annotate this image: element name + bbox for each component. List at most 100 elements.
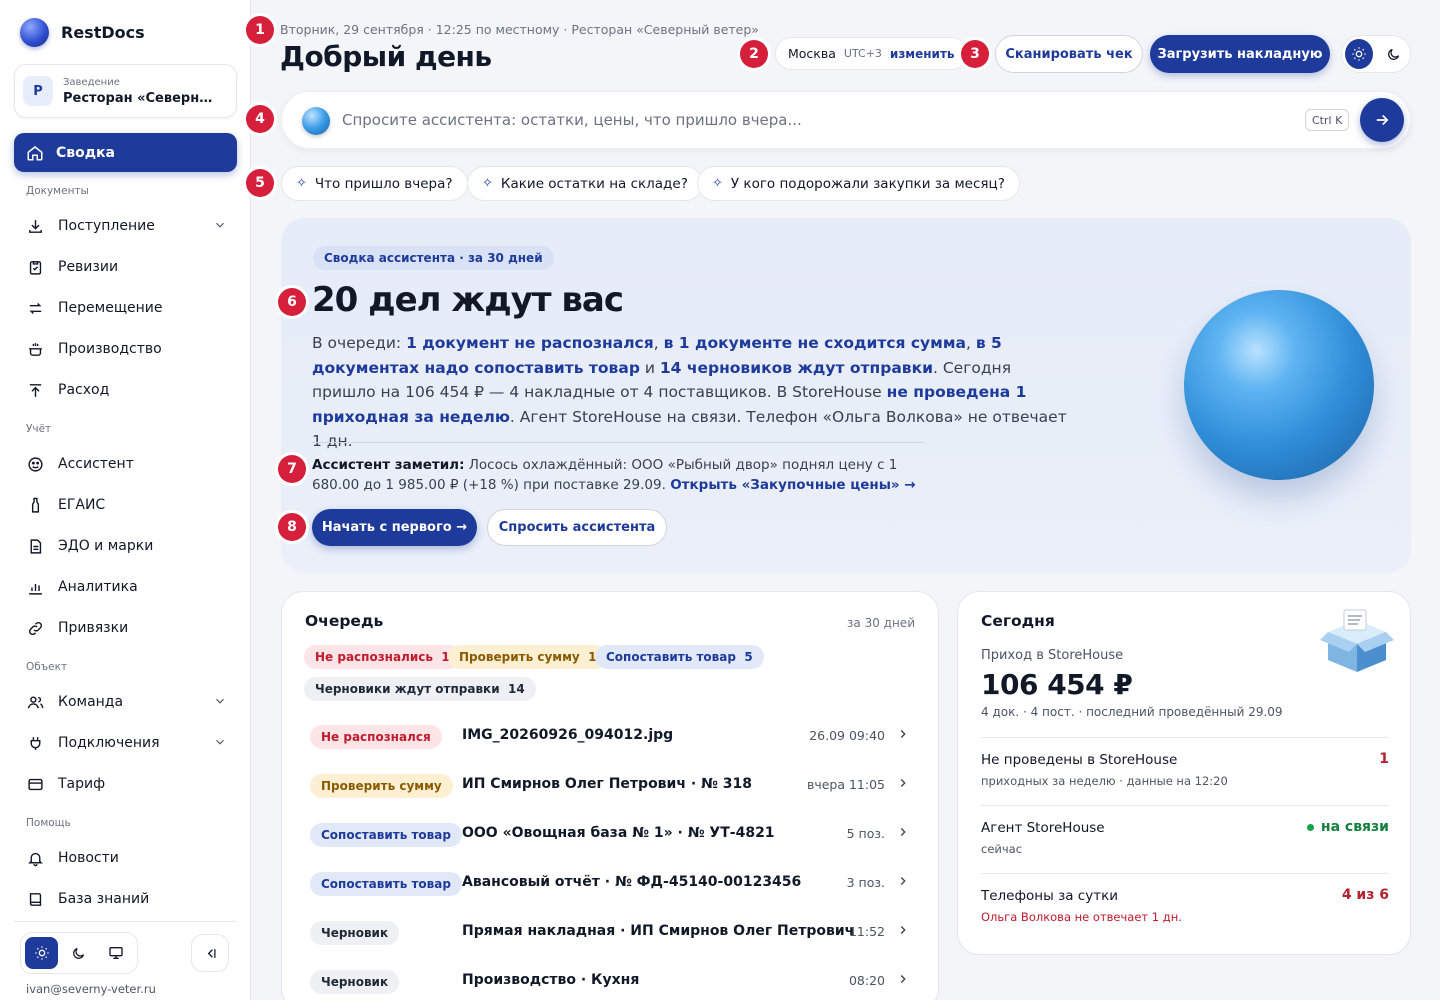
sidebar-item-label: Расход [58,382,110,398]
sidebar-item-tariff[interactable]: Тариф [14,766,237,802]
summary-title: 20 дел ждут вас [312,280,624,320]
assistant-search-placeholder[interactable]: Спросите ассистента: остатки, цены, что … [342,111,802,129]
queue-row[interactable]: Сопоставить товар Авансовый отчёт · № ФД… [282,860,940,909]
sidebar-item-label: Поступление [58,218,155,234]
sun-icon[interactable] [25,937,59,969]
marker-1: 1 [246,16,274,44]
status-online: на связи [1306,819,1389,835]
moon-icon[interactable] [1379,39,1407,69]
sidebar-item-summary[interactable]: Сводка [14,133,237,172]
users-icon [26,693,44,711]
sidebar-item-analytics[interactable]: Аналитика [14,569,237,605]
monitor-icon[interactable] [100,937,133,969]
row-title: Телефоны за сутки [981,888,1119,904]
moon-icon[interactable] [62,937,95,969]
today-subtitle: Приход в StoreHouse [981,648,1124,663]
suggestion-chip[interactable]: ✧ Что пришло вчера? [281,166,468,201]
ask-assistant-button[interactable]: Спросить ассистента [487,509,667,546]
section-accounting: Учёт [26,423,52,435]
chevron-right-icon [900,975,906,983]
collapse-sidebar-button[interactable] [191,934,229,972]
book-icon [26,890,44,908]
start-first-button[interactable]: Начать с первого → [312,509,477,546]
sidebar-item-receipts[interactable]: Поступление [14,208,237,244]
sidebar-item-production[interactable]: Производство [14,331,237,367]
suggestion-chip[interactable]: ✧ У кого подорожали закупки за месяц? [697,166,1020,201]
sidebar-item-knowledge[interactable]: База знаний [14,881,237,917]
status-badge: Не распознался [310,725,442,749]
theme-switcher [20,932,138,974]
venue-selector[interactable]: Р Заведение Ресторан «Северный ветер» [14,64,237,118]
sidebar-item-bindings[interactable]: Привязки [14,610,237,646]
sidebar-item-edo[interactable]: ЭДО и марки [14,528,237,564]
user-email: ivan@severny-veter.ru [26,982,156,996]
today-amount: 106 454 ₽ [981,668,1133,701]
queue-row[interactable]: Сопоставить товар ООО «Овощная база № 1»… [282,811,940,860]
chevron-right-icon [900,730,906,738]
summary-tag: Сводка ассистента · за 30 дней [313,246,554,270]
venue-name: Ресторан «Северный ветер» [63,90,223,106]
assistant-search[interactable]: Спросите ассистента: остатки, цены, что … [281,91,1411,149]
timezone-offset: UTC+3 [843,47,882,60]
sparkle-icon: ✧ [296,176,307,191]
brand[interactable]: RestDocs [20,18,145,47]
sidebar-item-label: Команда [58,694,124,710]
chevron-right-icon [900,828,906,836]
sparkle-icon: ✧ [482,176,493,191]
document-name: ИП Смирнов Олег Петрович · № 318 [462,776,752,792]
sidebar-divider [14,921,237,922]
queue-row[interactable]: Не распознался IMG_20260926_094012.jpg 2… [282,713,940,762]
assistant-summary-card: Сводка ассистента · за 30 дней 20 дел жд… [281,218,1411,573]
venue-label: Заведение [63,76,120,88]
marker-2: 2 [740,40,768,68]
today-row[interactable]: Не проведены в StoreHouse приходных за н… [981,737,1389,805]
collapse-icon [207,948,215,958]
sidebar-item-label: Привязки [58,620,129,636]
document-name: ООО «Овощная база № 1» · № УТ-4821 [462,825,775,841]
document-meta: 08:20 [848,973,885,988]
purchase-prices-link[interactable]: Открыть «Закупочные цены» → [670,477,915,493]
filter-pill[interactable]: Проверить сумму 1 [448,645,608,669]
queue-row[interactable]: Черновик Прямая накладная · ИП Смирнов О… [282,909,940,958]
sidebar-item-label: Подключения [58,735,160,751]
queue-row[interactable]: Проверить сумму ИП Смирнов Олег Петрович… [282,762,940,811]
timezone-city: Москва [788,46,836,61]
suggestion-chip[interactable]: ✧ Какие остатки на складе? [467,166,703,201]
sidebar-item-assistant[interactable]: Ассистент [14,446,237,482]
marker-4: 4 [246,105,274,133]
box-illustration [1320,609,1394,672]
sidebar-item-team[interactable]: Команда [14,684,237,720]
sidebar-item-news[interactable]: Новости [14,840,237,876]
status-badge: Черновик [310,970,400,994]
filter-pill[interactable]: Черновики ждут отправки 14 [304,677,536,701]
send-button[interactable] [1360,98,1404,142]
document-meta: 11:52 [848,924,885,939]
sidebar-item-expense[interactable]: Расход [14,372,237,408]
sun-icon[interactable] [1345,39,1373,69]
upload-invoice-button[interactable]: Загрузить накладную [1150,35,1330,73]
summary-link[interactable]: в 1 документе не сходится сумма [664,334,966,352]
today-row[interactable]: Агент StoreHouse сейчас на связи [981,805,1389,873]
section-help: Помощь [26,817,71,829]
filter-pill[interactable]: Сопоставить товар 5 [595,645,764,669]
row-title: Не проведены в StoreHouse [981,752,1178,768]
timezone-change-link[interactable]: изменить [890,47,955,61]
section-object: Объект [26,661,68,673]
sidebar-item-transfer[interactable]: Перемещение [14,290,237,326]
shortcut-hint: Ctrl K [1305,109,1350,131]
scan-receipt-button[interactable]: Сканировать чек [995,35,1143,73]
sidebar-item-egais[interactable]: ЕГАИС [14,487,237,523]
summary-link[interactable]: 1 документ не распознался [406,334,654,352]
sidebar-item-label: Производство [58,341,162,357]
filter-pill[interactable]: Не распознались 1 [304,645,461,669]
row-title: Агент StoreHouse [981,820,1105,836]
sidebar-item-label: Перемещение [58,300,163,316]
summary-link[interactable]: 14 черновиков ждут отправки [660,359,933,377]
timezone-selector: Москва UTC+3 изменить [775,37,968,70]
document-name: Прямая накладная · ИП Смирнов Олег Петро… [462,923,855,939]
sidebar-item-connections[interactable]: Подключения [14,725,237,761]
today-row[interactable]: Телефоны за сутки Ольга Волкова не отвеч… [981,873,1389,941]
today-card: Сегодня Приход в StoreHouse 106 454 ₽ 4 … [957,591,1411,955]
sidebar-item-audits[interactable]: Ревизии [14,249,237,285]
queue-row[interactable]: Черновик Производство · Кухня 08:20 [282,958,940,1000]
